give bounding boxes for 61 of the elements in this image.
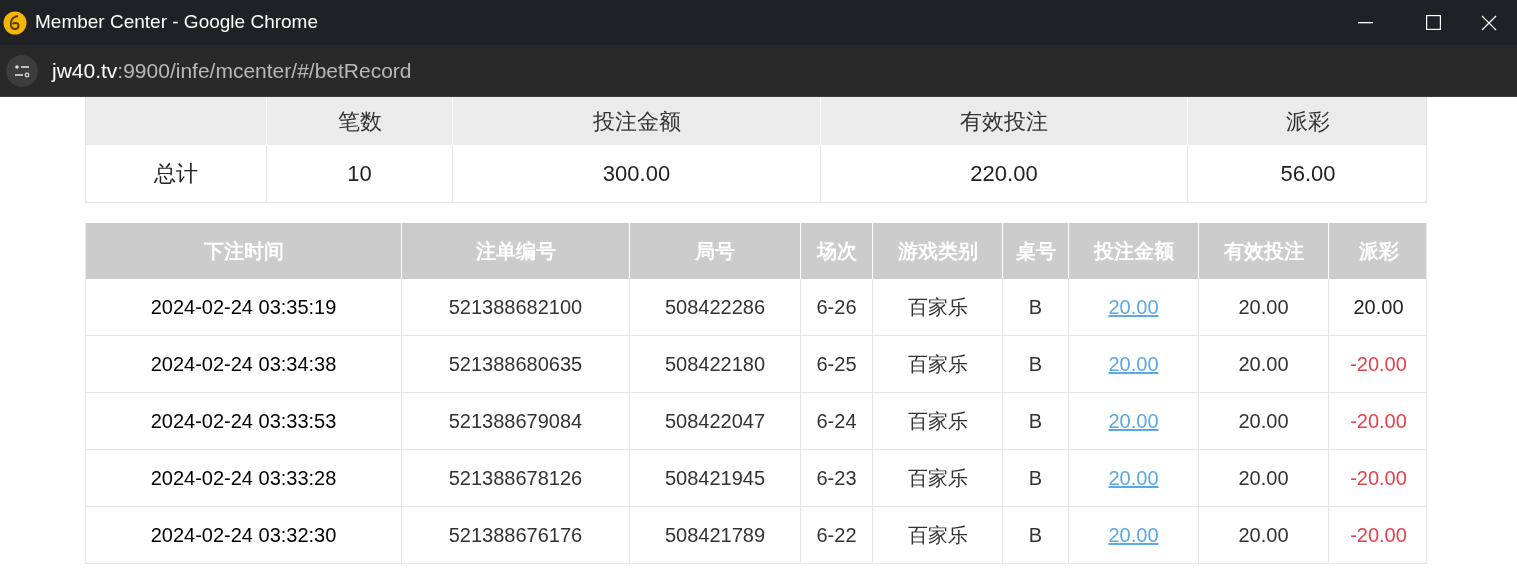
table-cell-text: 2024-02-24 03:34:38 xyxy=(150,352,337,377)
summary-cell: 10 xyxy=(267,145,453,202)
table-cell-text: 百家乐 xyxy=(907,466,968,491)
table-cell-text: 521388680635 xyxy=(448,352,583,377)
table-cell-text: 521388676176 xyxy=(448,523,583,548)
bet-amount-link[interactable]: 20.00 xyxy=(1108,349,1159,379)
table-cell-text: 508422286 xyxy=(664,295,766,320)
site-settings-icon[interactable] xyxy=(6,54,38,87)
app-logo-icon xyxy=(3,10,27,35)
table-cell-text: 20.00 xyxy=(1238,352,1289,377)
table-cell-text: 521388679084 xyxy=(448,409,583,434)
payout-cell-text: -20.00 xyxy=(1350,466,1407,491)
summary-header-cell-text: 派彩 xyxy=(1285,107,1331,136)
bet-amount-link[interactable]: 20.00 xyxy=(1108,292,1159,322)
summary-cell: 220.00 xyxy=(821,145,1188,202)
payout-cell-text: 20.00 xyxy=(1353,295,1404,320)
table-cell-text: B xyxy=(1028,295,1043,320)
table-cell-text: 百家乐 xyxy=(907,523,968,548)
bet-amount-link[interactable]: 20.00 xyxy=(1108,463,1159,493)
maximize-icon[interactable] xyxy=(1425,15,1441,30)
payout-cell-text: -20.00 xyxy=(1350,523,1407,548)
summary-cell: 300.00 xyxy=(453,145,821,202)
table-cell-text: 百家乐 xyxy=(907,295,968,320)
bet-amount-link[interactable]: 20.00 xyxy=(1108,406,1159,436)
table-cell-text: B xyxy=(1028,409,1043,434)
table-cell-text: 百家乐 xyxy=(907,352,968,377)
table-cell-text: 6-22 xyxy=(816,523,857,548)
table-cell-text: B xyxy=(1028,352,1043,377)
table-cell-text: 508421789 xyxy=(664,523,766,548)
summary-cell: 总计 xyxy=(86,145,267,202)
table-cell-text: 20.00 xyxy=(1238,409,1289,434)
table-cell-text: 6-25 xyxy=(816,352,857,377)
table-cell-text: 508422047 xyxy=(664,409,766,434)
minimize-icon[interactable] xyxy=(1357,21,1373,24)
table-cell-text: 6-23 xyxy=(816,466,857,491)
table-cell-text: 6-24 xyxy=(816,409,857,434)
table-cell-text: 2024-02-24 03:35:19 xyxy=(150,295,337,320)
table-cell-text: 2024-02-24 03:33:53 xyxy=(150,409,337,434)
table-cell-text: 百家乐 xyxy=(907,409,968,434)
table-cell-text: 20.00 xyxy=(1238,295,1289,320)
table-cell-text: 508421945 xyxy=(664,466,766,491)
table-cell-text: 2024-02-24 03:32:30 xyxy=(150,523,337,548)
table-cell-text: 20.00 xyxy=(1238,523,1289,548)
table-cell-text: 521388682100 xyxy=(448,295,583,320)
table-cell-text: 521388678126 xyxy=(448,466,583,491)
bet-amount-link[interactable]: 20.00 xyxy=(1108,520,1159,550)
table-cell-text: 20.00 xyxy=(1238,466,1289,491)
table-cell-text: B xyxy=(1028,466,1043,491)
table-cell-text: 2024-02-24 03:33:28 xyxy=(150,466,337,491)
table-cell-text: 6-26 xyxy=(816,295,857,320)
summary-header-cell: 投注金额 xyxy=(453,97,821,145)
summary-header-cell: 笔数 xyxy=(267,97,453,145)
table-cell-text: 508422180 xyxy=(664,352,766,377)
url-text[interactable]: jw40.tv:9900/infe/mcenter/#/betRecord xyxy=(52,54,412,87)
table-cell-text: B xyxy=(1028,523,1043,548)
summary-cell-text: 56.00 xyxy=(1279,160,1337,188)
summary-header-cell: 有效投注 xyxy=(821,97,1188,145)
window-title: Member Center - Google Chrome xyxy=(35,10,318,35)
payout-cell-text: -20.00 xyxy=(1350,409,1407,434)
payout-cell-text: -20.00 xyxy=(1350,352,1407,377)
close-icon[interactable] xyxy=(1481,14,1497,31)
